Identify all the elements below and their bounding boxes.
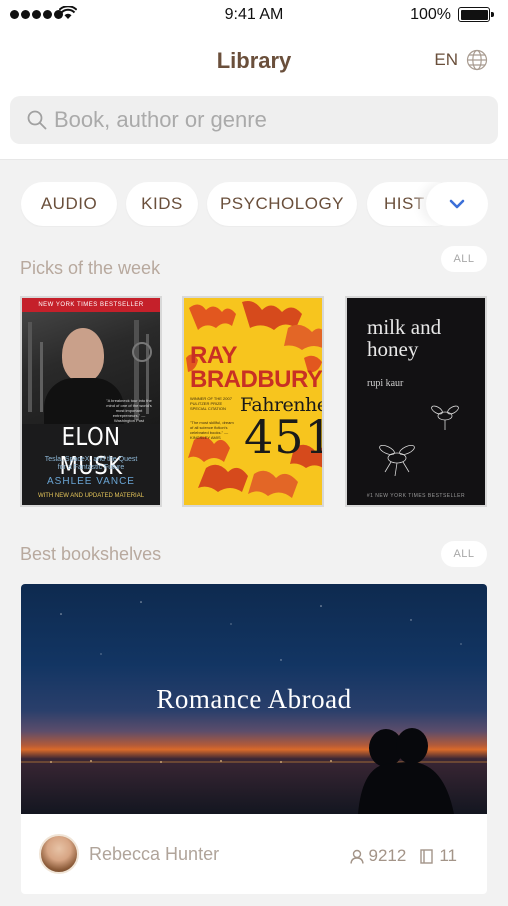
battery-percentage: 100% bbox=[410, 6, 451, 23]
search-input[interactable] bbox=[54, 107, 474, 133]
bestseller-banner: NEW YORK TIMES BESTSELLER bbox=[22, 298, 160, 312]
globe-icon bbox=[466, 49, 488, 71]
bookshelves-all-button[interactable]: ALL bbox=[441, 541, 487, 567]
book-title: milk and honey bbox=[367, 315, 442, 361]
book-footer: #1 NEW YORK TIMES BESTSELLER bbox=[366, 493, 466, 499]
book-icon bbox=[420, 848, 434, 864]
followers-count: 9212 bbox=[368, 846, 407, 865]
category-chip-audio[interactable]: AUDIO bbox=[21, 182, 117, 226]
page-title: Library bbox=[216, 48, 292, 73]
person-icon bbox=[349, 849, 364, 864]
book-author: rupi kaur bbox=[367, 378, 404, 389]
book-blurb: WINNER OF THE 2007 PULITZER PRIZE SPECIA… bbox=[190, 396, 232, 411]
books-count: 11 bbox=[439, 846, 457, 865]
battery-icon bbox=[458, 7, 494, 22]
picks-all-button[interactable]: ALL bbox=[441, 246, 487, 272]
owner-name: Rebecca Hunter bbox=[89, 843, 220, 864]
picks-section-title: Picks of the week bbox=[20, 258, 161, 278]
bees-illustration bbox=[379, 405, 459, 477]
bookshelf-stats: 9212 11 bbox=[349, 846, 457, 866]
bookshelves-section-title: Best bookshelves bbox=[20, 544, 162, 564]
cover-quote: "A breakneck tour into the mind of one o… bbox=[106, 398, 152, 423]
book-title-number: 451 bbox=[244, 410, 322, 464]
book-author: ASHLEE VANCE bbox=[47, 476, 135, 487]
bookshelf-cover-image: Romance Abroad bbox=[21, 584, 487, 814]
book-footer: WITH NEW AND UPDATED MATERIAL bbox=[37, 493, 145, 499]
language-label: EN bbox=[434, 50, 458, 69]
status-bar: 9:41 AM 100% bbox=[0, 0, 508, 30]
search-bar[interactable] bbox=[10, 96, 498, 144]
header: 9:41 AM 100% Library EN bbox=[0, 0, 508, 160]
bookshelf-card[interactable]: Romance Abroad Rebecca Hunter 9212 11 bbox=[21, 584, 487, 894]
category-chip-kids[interactable]: KIDS bbox=[126, 182, 198, 226]
language-selector[interactable]: EN bbox=[434, 49, 488, 71]
category-chip-psychology[interactable]: PSYCHOLOGY bbox=[207, 182, 357, 226]
book-cover-milk-and-honey[interactable]: milk and honey rupi kaur #1 NEW YORK TIM… bbox=[345, 296, 487, 507]
bookshelf-owner[interactable]: Rebecca Hunter bbox=[39, 834, 219, 874]
bookshelf-title: Romance Abroad bbox=[156, 684, 352, 714]
author-photo: "A breakneck tour into the mind of one o… bbox=[22, 312, 160, 424]
book-subtitle: Tesla, SpaceX, and the Quest for a Fanta… bbox=[44, 456, 138, 471]
search-icon bbox=[27, 110, 47, 130]
book-author-last: BRADBURY bbox=[190, 366, 323, 393]
book-cover-elon-musk[interactable]: NEW YORK TIMES BESTSELLER "A breakneck t… bbox=[20, 296, 162, 507]
chevron-down-icon bbox=[449, 199, 465, 209]
avatar bbox=[39, 834, 79, 874]
category-filter-bar: AUDIO KIDS PSYCHOLOGY HIST bbox=[0, 182, 508, 227]
expand-categories-button[interactable] bbox=[426, 182, 488, 226]
book-blurb-2: "The most skillful, dream of all science… bbox=[190, 420, 234, 440]
book-cover-fahrenheit-451[interactable]: RAY BRADBURY WINNER OF THE 2007 PULITZER… bbox=[182, 296, 324, 507]
